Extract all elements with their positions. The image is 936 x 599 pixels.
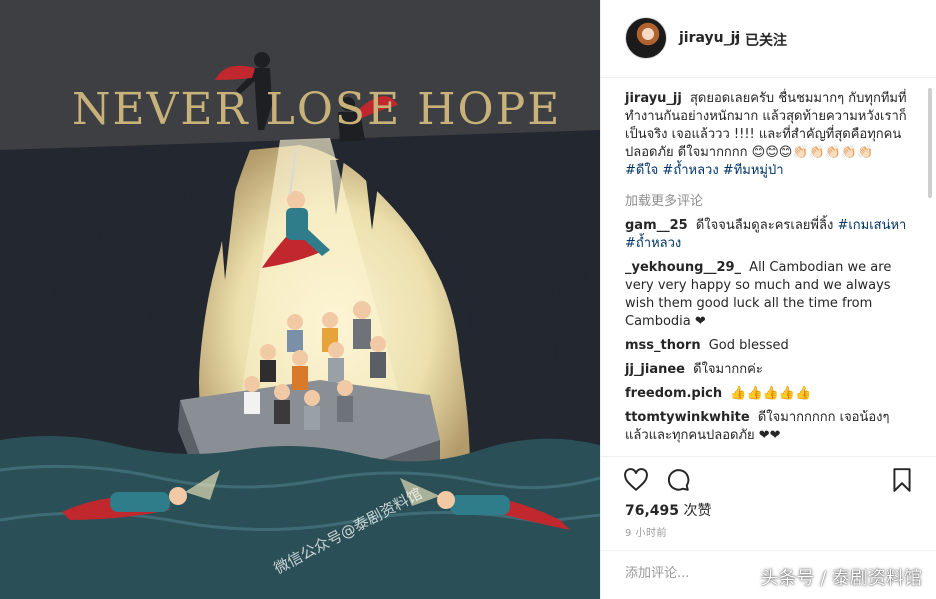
comment-text: 👍👍👍👍👍 bbox=[730, 386, 812, 401]
action-bar bbox=[601, 456, 936, 502]
comment-username[interactable]: ttomtywinkwhite bbox=[625, 410, 750, 425]
follow-button[interactable]: 已关注 bbox=[745, 30, 787, 50]
load-more-comments-button[interactable]: 加载更多评论 bbox=[625, 190, 913, 209]
likes-label: 次赞 bbox=[683, 503, 712, 519]
page-watermark: 头条号 / 泰剧资料馆 bbox=[760, 568, 922, 589]
caption: jirayu_jj สุดยอดเลยครับ ชื่นชมมากๆ กับทุ… bbox=[625, 90, 913, 180]
comments-list[interactable]: jirayu_jj สุดยอดเลยครับ ชื่นชมมากๆ กับทุ… bbox=[601, 78, 936, 456]
caption-hashtags[interactable]: #ดีใจ #ถ้ำหลวง #ทีมหมู่ป่า bbox=[625, 163, 784, 178]
post-timestamp: 9 小时前 bbox=[625, 528, 668, 539]
header-separator: • bbox=[733, 30, 742, 46]
bookmark-icon[interactable] bbox=[889, 467, 915, 493]
post-sidebar: jirayu_jj • 已关注 jirayu_jj สุดยอดเลยครับ … bbox=[600, 0, 936, 599]
heart-icon[interactable] bbox=[623, 467, 649, 493]
post-header: jirayu_jj • 已关注 bbox=[601, 0, 936, 78]
comment-text: ดีใจจนลืมดูละครเลยพี่ลิ้ง bbox=[695, 218, 834, 233]
comment-item: freedom.pich 👍👍👍👍👍 bbox=[625, 385, 913, 403]
comment-item: _yekhoung__29_ All Cambodian we are very… bbox=[625, 259, 913, 331]
comment-username[interactable]: freedom.pich bbox=[625, 386, 722, 401]
header-username[interactable]: jirayu_jj bbox=[679, 30, 740, 46]
comment-text: ดีใจมากกค่ะ bbox=[693, 362, 763, 377]
likes-number: 76,495 bbox=[625, 503, 680, 519]
avatar[interactable] bbox=[625, 17, 667, 59]
comment-item: jj_jianee ดีใจมากกค่ะ bbox=[625, 361, 913, 379]
speech-bubble-icon[interactable] bbox=[665, 467, 691, 493]
comment-item: mss_thorn God blessed bbox=[625, 337, 913, 355]
comment-username[interactable]: mss_thorn bbox=[625, 338, 701, 353]
image-title: NEVER LOSE HOPE bbox=[72, 84, 562, 135]
caption-username[interactable]: jirayu_jj bbox=[625, 91, 682, 106]
comment-item: gam__25 ดีใจจนลืมดูละครเลยพี่ลิ้ง #เกมเส… bbox=[625, 217, 913, 253]
comment-item: ttomtywinkwhite ดีใจมากกกกก เจอน้องๆแล้ว… bbox=[625, 409, 913, 445]
comment-text: God blessed bbox=[708, 338, 789, 353]
post-image: NEVER LOSE HOPE 微信公众号@泰剧资料馆 bbox=[0, 0, 600, 599]
comment-username[interactable]: _yekhoung__29_ bbox=[625, 260, 741, 275]
comment-username[interactable]: jj_jianee bbox=[625, 362, 685, 377]
likes-count[interactable]: 76,495 次赞 bbox=[625, 500, 711, 520]
comment-username[interactable]: gam__25 bbox=[625, 218, 688, 233]
